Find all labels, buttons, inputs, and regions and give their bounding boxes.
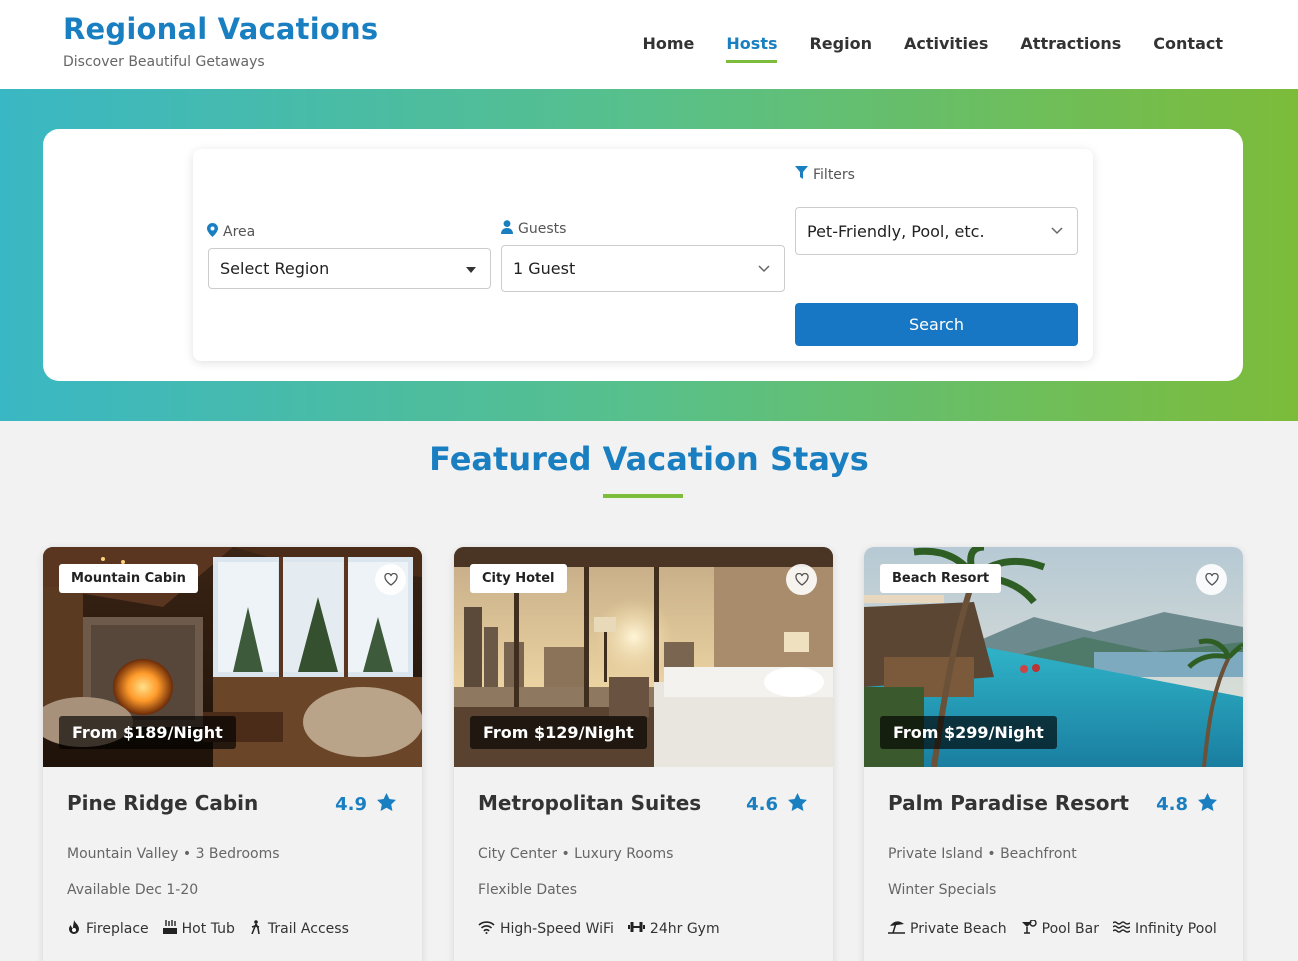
- amenity-item: Pool Bar: [1021, 920, 1099, 938]
- stay-card-pine-ridge[interactable]: Mountain Cabin From $189/Night Pine Ridg…: [43, 547, 422, 961]
- area-select[interactable]: Select Region: [208, 248, 491, 289]
- map-marker-icon: [207, 223, 218, 241]
- filter-icon: [795, 166, 808, 183]
- amenity-item: Hot Tub: [162, 920, 235, 938]
- area-label-text: Area: [223, 224, 256, 240]
- price-tag: From $129/Night: [470, 716, 647, 749]
- stay-location: Private Island • Beachfront: [888, 846, 1077, 862]
- amenity-list: High-Speed WiFi 24hr Gym: [478, 920, 720, 938]
- stay-card-palm-paradise[interactable]: Beach Resort From $299/Night Palm Paradi…: [864, 547, 1243, 961]
- amenity-label: Infinity Pool: [1135, 921, 1217, 937]
- amenity-item: Private Beach: [888, 920, 1007, 938]
- umbrella-beach-icon: [888, 920, 905, 938]
- site-header: Regional Vacations Discover Beautiful Ge…: [0, 0, 1298, 89]
- stay-availability: Available Dec 1-20: [67, 882, 199, 898]
- amenity-label: Hot Tub: [181, 921, 235, 937]
- favorite-heart-icon[interactable]: [1196, 564, 1227, 595]
- stay-availability: Flexible Dates: [478, 882, 578, 898]
- fire-icon: [67, 920, 81, 938]
- rating: 4.9: [335, 793, 396, 816]
- stay-location: City Center • Luxury Rooms: [478, 846, 674, 862]
- hiking-icon: [249, 920, 263, 938]
- filters-select[interactable]: Pet-Friendly, Pool, etc.: [795, 207, 1078, 255]
- stay-card-metropolitan[interactable]: City Hotel From $129/Night Metropolitan …: [454, 547, 833, 961]
- category-badge: Beach Resort: [880, 564, 1002, 593]
- guests-label: Guests: [501, 220, 566, 238]
- filters-label: Filters: [795, 166, 855, 183]
- filters-select-value: Pet-Friendly, Pool, etc.: [807, 221, 985, 241]
- user-icon: [501, 220, 513, 238]
- stay-name[interactable]: Metropolitan Suites: [478, 791, 701, 815]
- search-form: Area Select Region Guests 1 Guest Filter…: [193, 149, 1093, 361]
- caret-down-icon: [466, 262, 476, 276]
- star-icon: [377, 793, 396, 816]
- amenity-item: Infinity Pool: [1113, 920, 1217, 938]
- main-nav: Home Hosts Region Activities Attractions…: [643, 34, 1223, 63]
- featured-title: Featured Vacation Stays: [429, 440, 869, 478]
- cocktail-icon: [1021, 920, 1037, 938]
- rating: 4.8: [1156, 793, 1217, 816]
- search-panel: Area Select Region Guests 1 Guest Filter…: [43, 129, 1243, 381]
- chevron-down-icon: [1051, 224, 1063, 238]
- nav-contact[interactable]: Contact: [1153, 34, 1223, 61]
- category-badge: Mountain Cabin: [59, 564, 198, 593]
- amenity-list: Fireplace Hot Tub Trail Access: [67, 920, 349, 938]
- filters-label-text: Filters: [813, 166, 855, 183]
- amenity-item: High-Speed WiFi: [478, 920, 614, 938]
- hot-tub-icon: [162, 920, 177, 938]
- amenity-label: High-Speed WiFi: [500, 921, 614, 937]
- amenity-label: Trail Access: [267, 921, 349, 937]
- guests-label-text: Guests: [518, 221, 567, 237]
- amenity-list: Private Beach Pool Bar Infinity Pool: [888, 920, 1217, 938]
- amenity-label: Private Beach: [910, 921, 1007, 937]
- search-button[interactable]: Search: [795, 303, 1078, 346]
- rating-value: 4.6: [746, 794, 778, 815]
- star-icon: [788, 793, 807, 816]
- title-underline: [603, 494, 683, 498]
- rating: 4.6: [746, 793, 807, 816]
- price-tag: From $299/Night: [880, 716, 1057, 749]
- stay-name[interactable]: Palm Paradise Resort: [888, 791, 1129, 815]
- stay-location: Mountain Valley • 3 Bedrooms: [67, 846, 280, 862]
- nav-attractions[interactable]: Attractions: [1020, 34, 1121, 61]
- price-tag: From $189/Night: [59, 716, 236, 749]
- amenity-label: Pool Bar: [1041, 921, 1099, 937]
- dumbbell-icon: [627, 920, 645, 938]
- hero-banner: Area Select Region Guests 1 Guest Filter…: [0, 89, 1298, 421]
- amenity-item: Trail Access: [249, 920, 349, 938]
- category-badge: City Hotel: [470, 564, 567, 593]
- favorite-heart-icon[interactable]: [786, 564, 817, 595]
- guests-select-value: 1 Guest: [513, 259, 576, 278]
- site-subtitle: Discover Beautiful Getaways: [63, 54, 265, 70]
- favorite-heart-icon[interactable]: [375, 564, 406, 595]
- rating-value: 4.9: [335, 794, 367, 815]
- stay-availability: Winter Specials: [888, 882, 997, 898]
- amenity-item: 24hr Gym: [627, 920, 720, 938]
- guests-select[interactable]: 1 Guest: [501, 245, 785, 292]
- nav-hosts[interactable]: Hosts: [726, 34, 778, 63]
- rating-value: 4.8: [1156, 794, 1188, 815]
- amenity-label: 24hr Gym: [649, 921, 720, 937]
- nav-home[interactable]: Home: [643, 34, 695, 61]
- amenity-item: Fireplace: [67, 920, 149, 938]
- stay-name[interactable]: Pine Ridge Cabin: [67, 791, 258, 815]
- water-icon: [1113, 920, 1130, 938]
- area-select-value: Select Region: [220, 259, 330, 278]
- chevron-down-icon: [758, 262, 770, 276]
- nav-region[interactable]: Region: [809, 34, 872, 61]
- amenity-label: Fireplace: [86, 921, 149, 937]
- site-title[interactable]: Regional Vacations: [63, 12, 378, 46]
- nav-activities[interactable]: Activities: [904, 34, 988, 61]
- area-label: Area: [207, 223, 255, 241]
- wifi-icon: [478, 920, 495, 938]
- star-icon: [1198, 793, 1217, 816]
